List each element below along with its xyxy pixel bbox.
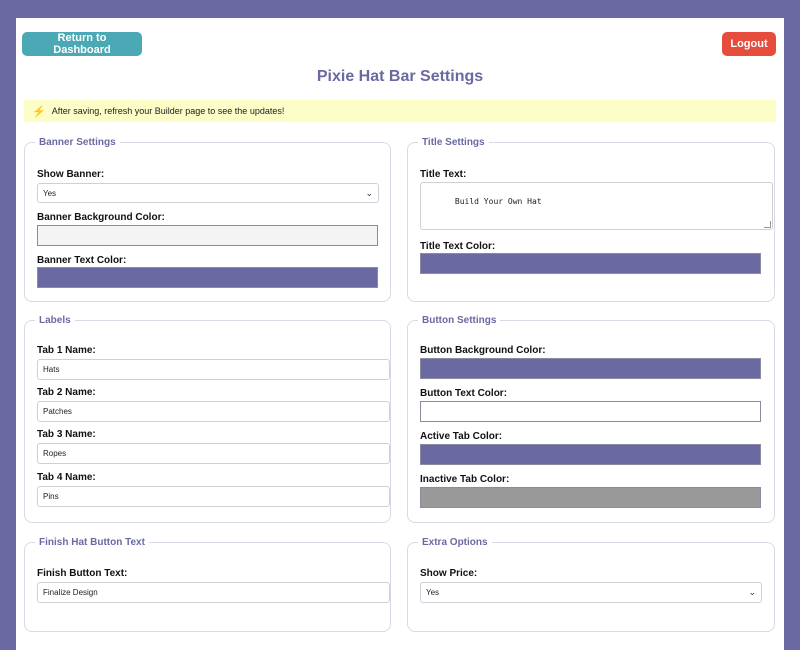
tab4-name-label: Tab 4 Name: <box>37 472 96 483</box>
tab1-name-label: Tab 1 Name: <box>37 345 96 356</box>
logout-button[interactable]: Logout <box>722 32 776 56</box>
labels-section: Labels Tab 1 Name: Hats Tab 2 Name: Patc… <box>24 314 391 523</box>
finish-button-text-value: Finalize Design <box>43 588 98 597</box>
tab3-name-value: Ropes <box>43 449 67 458</box>
button-settings-legend: Button Settings <box>418 314 501 327</box>
labels-legend: Labels <box>35 314 75 327</box>
return-to-dashboard-button[interactable]: Return to Dashboard <box>22 32 142 56</box>
tab3-name-input[interactable]: Ropes <box>37 443 390 464</box>
extra-options-legend: Extra Options <box>418 536 492 549</box>
button-text-color-label: Button Text Color: <box>420 388 508 399</box>
show-banner-value: Yes <box>43 188 57 198</box>
banner-text-color-picker[interactable] <box>37 267 378 288</box>
title-text-color-picker[interactable] <box>420 253 761 274</box>
button-settings-section: Button Settings Button Background Color:… <box>407 314 775 523</box>
notice-text: After saving, refresh your Builder page … <box>51 106 285 116</box>
title-text-input[interactable]: Build Your Own Hat <box>420 182 773 230</box>
banner-settings-legend: Banner Settings <box>35 136 120 149</box>
tab2-name-value: Patches <box>43 407 72 416</box>
show-banner-select[interactable]: Yes ⌄ <box>37 183 379 203</box>
tab4-name-value: Pins <box>43 492 59 501</box>
finish-button-text-label: Finish Button Text: <box>37 568 128 579</box>
tab1-name-input[interactable]: Hats <box>37 359 390 380</box>
resize-grip-icon[interactable] <box>764 221 771 228</box>
finish-hat-legend: Finish Hat Button Text <box>35 536 149 549</box>
show-price-value: Yes <box>426 588 440 597</box>
finish-hat-section: Finish Hat Button Text Finish Button Tex… <box>24 536 391 632</box>
refresh-notice: ⚡ After saving, refresh your Builder pag… <box>24 100 776 122</box>
title-settings-section: Title Settings Title Text: Build Your Ow… <box>407 136 775 302</box>
button-text-color-picker[interactable] <box>420 401 761 422</box>
title-text-color-label: Title Text Color: <box>420 241 496 252</box>
active-tab-color-picker[interactable] <box>420 444 761 465</box>
lightning-icon: ⚡ <box>32 105 46 118</box>
title-text-label: Title Text: <box>420 169 467 180</box>
settings-page: Return to Dashboard Logout Pixie Hat Bar… <box>16 18 784 650</box>
tab2-name-input[interactable]: Patches <box>37 401 390 422</box>
chevron-down-icon: ⌄ <box>365 187 373 198</box>
show-banner-label: Show Banner: <box>37 169 105 180</box>
button-bg-color-picker[interactable] <box>420 358 761 379</box>
show-price-label: Show Price: <box>420 568 478 579</box>
inactive-tab-color-picker[interactable] <box>420 487 761 508</box>
finish-button-text-input[interactable]: Finalize Design <box>37 582 390 603</box>
title-text-value: Build Your Own Hat <box>454 197 542 206</box>
banner-settings-section: Banner Settings Show Banner: Yes ⌄ Banne… <box>24 136 391 302</box>
tab1-name-value: Hats <box>43 365 60 374</box>
page-title: Pixie Hat Bar Settings <box>316 68 484 85</box>
tab4-name-input[interactable]: Pins <box>37 486 390 507</box>
chevron-down-icon: ⌄ <box>748 587 756 597</box>
title-settings-legend: Title Settings <box>418 136 489 149</box>
show-price-select[interactable]: Yes ⌄ <box>420 582 762 603</box>
banner-text-color-label: Banner Text Color: <box>37 255 127 266</box>
inactive-tab-color-label: Inactive Tab Color: <box>420 474 510 485</box>
active-tab-color-label: Active Tab Color: <box>420 431 503 442</box>
extra-options-section: Extra Options Show Price: Yes ⌄ <box>407 536 775 632</box>
banner-bg-color-picker[interactable] <box>37 225 378 246</box>
button-bg-color-label: Button Background Color: <box>420 345 546 356</box>
tab2-name-label: Tab 2 Name: <box>37 387 96 398</box>
tab3-name-label: Tab 3 Name: <box>37 429 96 440</box>
banner-bg-color-label: Banner Background Color: <box>37 212 165 223</box>
